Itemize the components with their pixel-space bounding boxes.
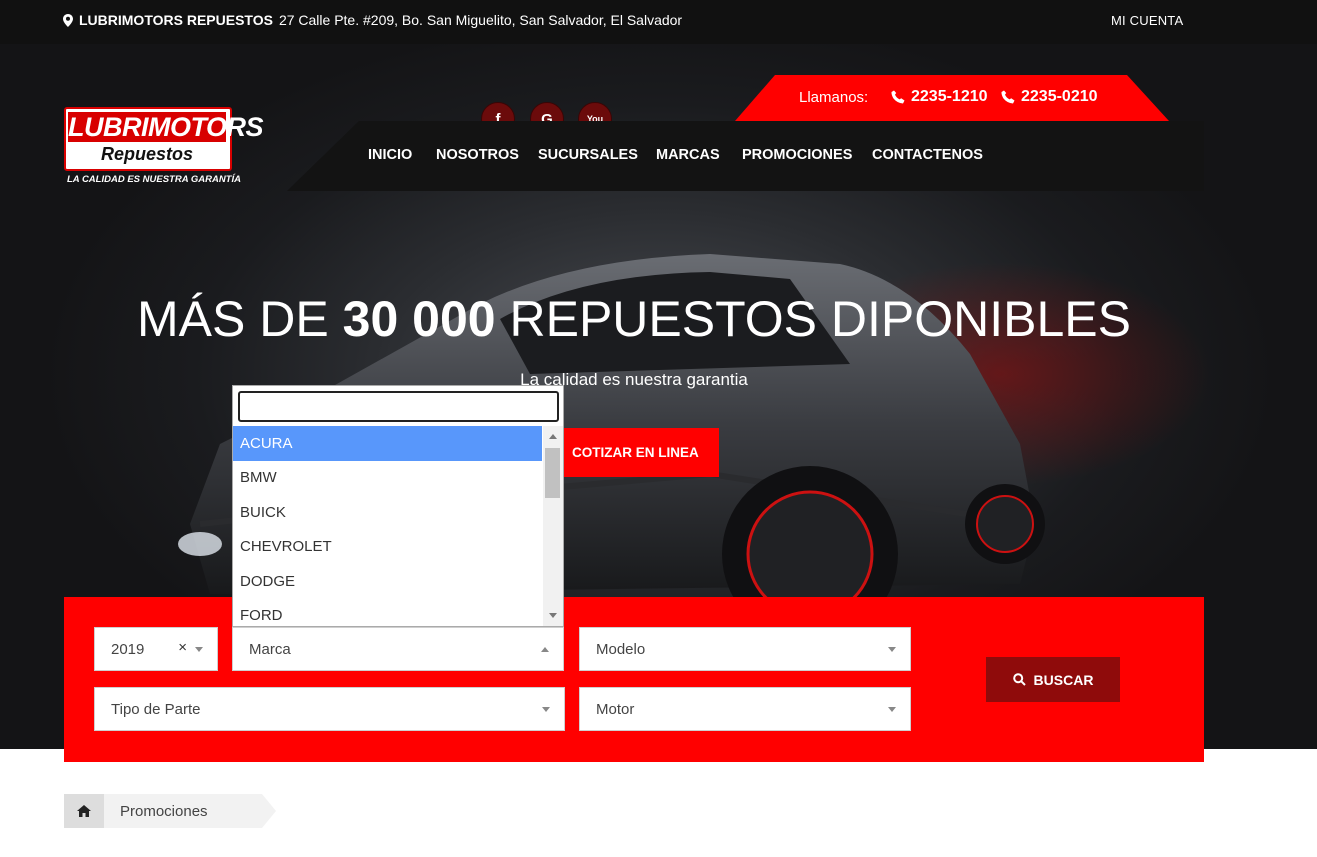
headline-pre: MÁS DE <box>137 291 329 347</box>
year-value: 2019 <box>111 640 145 658</box>
brand-placeholder: Marca <box>249 640 291 658</box>
search-button[interactable]: BUSCAR <box>986 657 1120 702</box>
main-nav: INICIO NOSOTROS SUCURSALES MARCAS PROMOC… <box>287 121 1204 191</box>
address-text: 27 Calle Pte. #209, Bo. San Miguelito, S… <box>278 12 683 28</box>
address: LUBRIMOTORS REPUESTOS 27 Calle Pte. #209… <box>63 12 682 28</box>
page: LUBRIMOTORS REPUESTOS 27 Calle Pte. #209… <box>0 0 1317 857</box>
my-account-link[interactable]: MI CUENTA <box>1111 13 1183 28</box>
nav-nosotros[interactable]: NOSOTROS <box>436 147 519 163</box>
nav-marcas[interactable]: MARCAS <box>656 147 720 163</box>
dropdown-scrollbar[interactable] <box>543 426 563 626</box>
nav-promociones[interactable]: PROMOCIONES <box>742 147 852 163</box>
logo-subtitle: Repuestos <box>100 144 194 164</box>
scroll-up-icon[interactable] <box>549 434 557 439</box>
scroll-thumb[interactable] <box>545 448 560 498</box>
brand-search-input[interactable] <box>238 391 559 422</box>
call-bar: Llamanos: 2235-1210 2235-0210 <box>735 75 1169 121</box>
nav-sucursales[interactable]: SUCURSALES <box>538 147 638 163</box>
search-icon <box>1012 673 1026 686</box>
phone-link-2[interactable]: 2235-0210 <box>1001 88 1098 106</box>
option-chevrolet[interactable]: CHEVROLET <box>233 530 542 565</box>
nav-inicio[interactable]: INICIO <box>368 147 412 163</box>
engine-select[interactable]: Motor <box>579 687 911 731</box>
chevron-down-icon <box>888 707 896 712</box>
year-select[interactable]: 2019 × <box>94 627 218 671</box>
chevron-down-icon <box>888 647 896 652</box>
headline-number: 30 000 <box>342 291 496 347</box>
hero-headline: MÁS DE 30 000 REPUESTOS DIPONIBLES <box>0 290 1268 348</box>
hero-subtitle: La calidad es nuestra garantia <box>520 370 748 389</box>
home-icon <box>77 805 91 817</box>
search-button-label: BUSCAR <box>1033 671 1094 688</box>
map-marker-icon <box>63 13 73 27</box>
chevron-up-icon <box>541 647 549 652</box>
phone-icon <box>891 90 905 104</box>
phone-number-2: 2235-0210 <box>1021 88 1098 105</box>
part-type-select[interactable]: Tipo de Parte <box>94 687 565 731</box>
top-bar: LUBRIMOTORS REPUESTOS 27 Calle Pte. #209… <box>0 0 1317 44</box>
breadcrumb-home[interactable] <box>64 794 104 828</box>
breadcrumb-current: Promociones <box>104 794 276 828</box>
brand-options-list: ACURA BMW BUICK CHEVROLET DODGE FORD <box>233 426 542 626</box>
logo-title: LUBRIMOTORS <box>68 112 264 142</box>
phone-icon <box>1001 90 1015 104</box>
engine-placeholder: Motor <box>596 700 635 718</box>
logo-tagline: LA CALIDAD ES NUESTRA GARANTÍA <box>67 174 241 185</box>
call-label: Llamanos: <box>799 89 869 106</box>
address-brand: LUBRIMOTORS REPUESTOS <box>79 12 273 28</box>
part-type-placeholder: Tipo de Parte <box>111 700 201 718</box>
scroll-down-icon[interactable] <box>549 613 557 618</box>
option-ford[interactable]: FORD <box>233 599 542 627</box>
site-logo[interactable]: LUBRIMOTORS Repuestos LA CALIDAD ES NUES… <box>63 106 264 190</box>
clear-icon[interactable]: × <box>178 639 187 656</box>
brand-select[interactable]: Marca <box>232 627 564 671</box>
phone-link-1[interactable]: 2235-1210 <box>891 88 988 106</box>
nav-contactenos[interactable]: CONTACTENOS <box>872 147 983 163</box>
breadcrumb: Promociones <box>64 794 276 828</box>
chevron-down-icon <box>195 647 203 652</box>
option-bmw[interactable]: BMW <box>233 461 542 496</box>
headline-post: REPUESTOS DIPONIBLES <box>509 291 1131 347</box>
brand-dropdown: ACURA BMW BUICK CHEVROLET DODGE FORD <box>232 385 564 627</box>
model-placeholder: Modelo <box>596 640 646 658</box>
phone-number-1: 2235-1210 <box>911 88 988 105</box>
chevron-down-icon <box>542 707 550 712</box>
option-buick[interactable]: BUICK <box>233 495 542 530</box>
option-dodge[interactable]: DODGE <box>233 564 542 599</box>
quote-online-button[interactable]: COTIZAR EN LINEA <box>558 428 719 477</box>
model-select[interactable]: Modelo <box>579 627 911 671</box>
option-acura[interactable]: ACURA <box>233 426 542 461</box>
